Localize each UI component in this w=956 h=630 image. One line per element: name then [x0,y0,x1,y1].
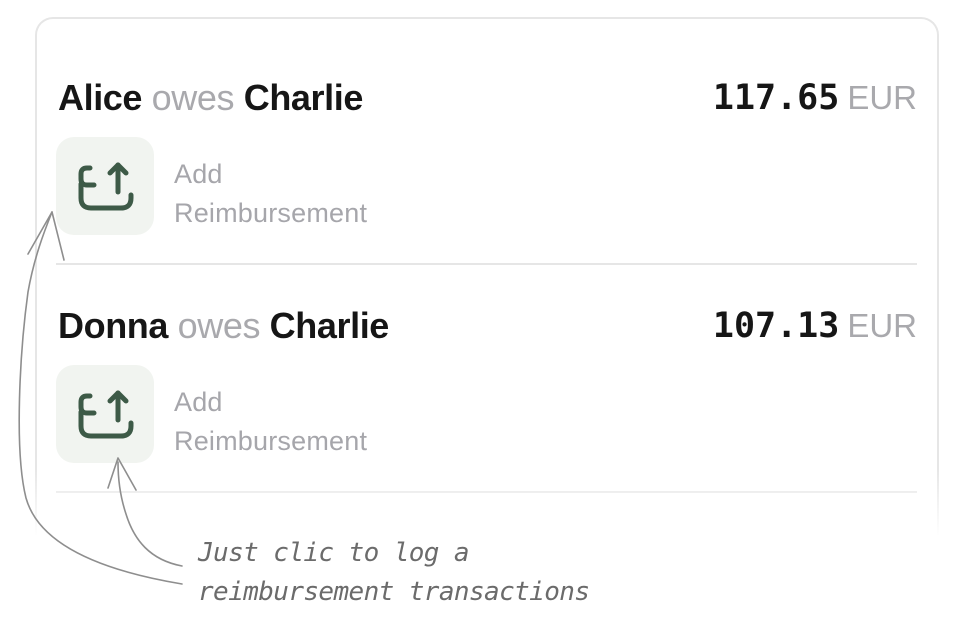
arrow-to-second-button [117,461,183,567]
arrow-head-second [107,457,137,491]
arrow-head-first [27,211,65,261]
annotation-note: Just clic to log a reimbursement transac… [198,538,590,607]
arrow-to-first-button [18,211,183,585]
